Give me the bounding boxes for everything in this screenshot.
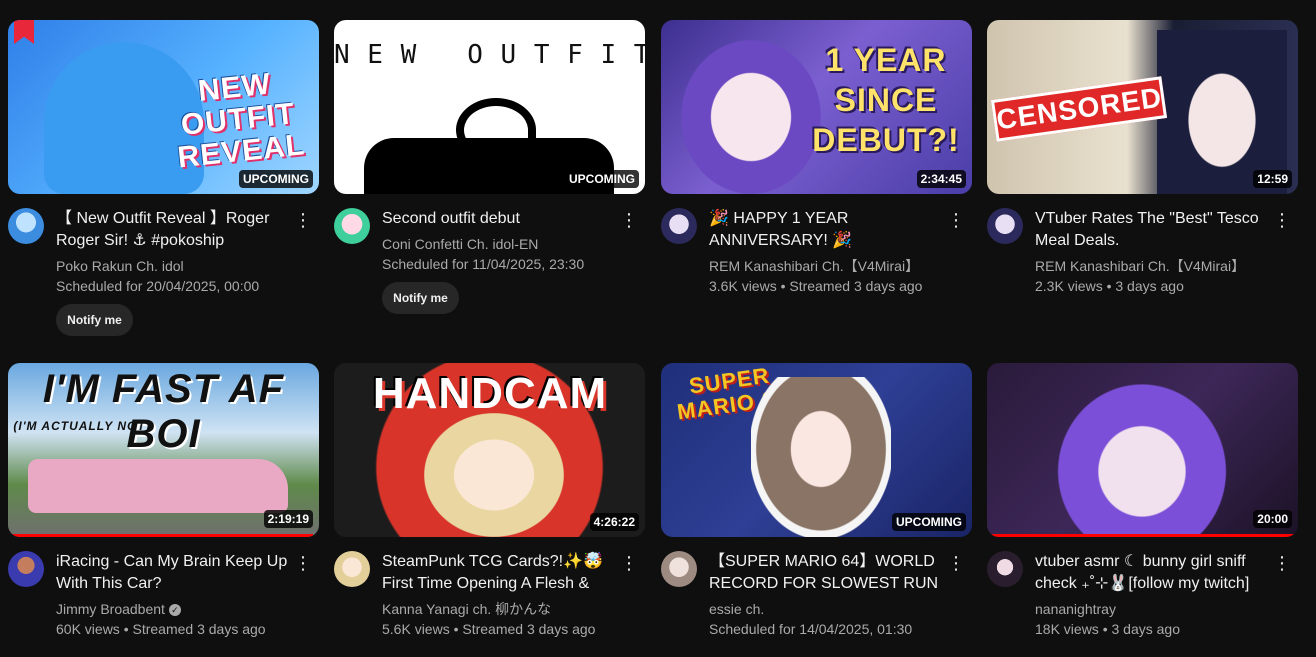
more-options-icon[interactable]: ⋮ bbox=[1270, 208, 1294, 232]
channel-avatar[interactable] bbox=[334, 208, 370, 244]
notify-me-button[interactable]: Notify me bbox=[382, 282, 459, 314]
video-thumbnail[interactable]: I'M FAST AF BOI (I'M ACTUALLY NOT) 2:19:… bbox=[8, 363, 319, 537]
channel-avatar[interactable] bbox=[8, 551, 44, 587]
channel-name[interactable]: nananightray bbox=[1035, 599, 1116, 619]
video-thumbnail[interactable]: N E W O U T F I T UPCOMING bbox=[334, 20, 645, 194]
more-options-icon[interactable]: ⋮ bbox=[944, 551, 968, 575]
channel-name[interactable]: essie ch. bbox=[709, 599, 764, 619]
video-stats: 18K views • 3 days ago bbox=[1035, 621, 1180, 637]
video-stats: 5.6K views • Streamed 3 days ago bbox=[382, 621, 596, 637]
video-card[interactable]: CENSORED 12:59 VTuber Rates The "Best" T… bbox=[987, 20, 1298, 314]
video-card[interactable]: 1 YEAR SINCE DEBUT?! 2:34:45 🎉 HAPPY 1 Y… bbox=[661, 20, 972, 314]
channel-name[interactable]: REM Kanashibari Ch.【V4Mirai】 bbox=[709, 256, 919, 276]
video-title[interactable]: vtuber asmr ☾ bunny girl sniff check ₊˚⊹… bbox=[1035, 551, 1273, 595]
video-stats: 2.3K views • 3 days ago bbox=[1035, 278, 1184, 294]
video-details: 【 New Outfit Reveal 】Roger Roger Sir! ⚓ … bbox=[8, 194, 319, 336]
channel-name[interactable]: Kanna Yanagi ch. 柳かんな bbox=[382, 599, 551, 619]
video-thumbnail[interactable]: 1 YEAR SINCE DEBUT?! 2:34:45 bbox=[661, 20, 972, 194]
video-details: VTuber Rates The "Best" Tesco Meal Deals… bbox=[987, 194, 1298, 314]
video-thumbnail[interactable]: 20:00 bbox=[987, 363, 1298, 537]
video-thumbnail[interactable]: SUPER MARIO 64 UPCOMING bbox=[661, 363, 972, 537]
more-options-icon[interactable]: ⋮ bbox=[617, 208, 641, 232]
video-details: 🎉 HAPPY 1 YEAR ANNIVERSARY! 🎉 ⋮ REM Kana… bbox=[661, 194, 972, 314]
video-title[interactable]: iRacing - Can My Brain Keep Up With This… bbox=[56, 551, 294, 595]
video-title[interactable]: VTuber Rates The "Best" Tesco Meal Deals… bbox=[1035, 208, 1273, 252]
duration-badge: 2:19:19 bbox=[263, 510, 313, 528]
video-card[interactable]: SUPER MARIO 64 UPCOMING 【SUPER MARIO 64】… bbox=[661, 363, 972, 657]
verified-icon: ✓ bbox=[168, 604, 181, 617]
more-options-icon[interactable]: ⋮ bbox=[291, 208, 315, 232]
channel-avatar[interactable] bbox=[661, 551, 697, 587]
thumbnail-text: N E W O U T F I T bbox=[334, 40, 645, 70]
censored-stamp: CENSORED bbox=[990, 76, 1168, 142]
duration-badge: 12:59 bbox=[1253, 170, 1292, 188]
more-options-icon[interactable]: ⋮ bbox=[291, 551, 315, 575]
video-thumbnail[interactable]: CENSORED 12:59 bbox=[987, 20, 1298, 194]
channel-name-text[interactable]: Jimmy Broadbent bbox=[56, 601, 165, 617]
video-title[interactable]: SteamPunk TCG Cards?!✨🤯 First Time Openi… bbox=[382, 551, 620, 595]
character-art bbox=[681, 40, 821, 194]
character-art bbox=[1047, 373, 1237, 537]
upcoming-badge: UPCOMING bbox=[565, 170, 639, 188]
video-stats: Scheduled for 14/04/2025, 01:30 bbox=[709, 621, 913, 637]
notify-me-button[interactable]: Notify me bbox=[56, 304, 133, 336]
channel-avatar[interactable] bbox=[334, 551, 370, 587]
video-thumbnail[interactable]: NEW OUTFIT REVEAL UPCOMING bbox=[8, 20, 319, 194]
character-art bbox=[424, 413, 564, 537]
more-options-icon[interactable]: ⋮ bbox=[1270, 551, 1294, 575]
video-details: iRacing - Can My Brain Keep Up With This… bbox=[8, 537, 319, 657]
video-stats: 3.6K views • Streamed 3 days ago bbox=[709, 278, 923, 294]
video-grid: NEW OUTFIT REVEAL UPCOMING 【 New Outfit … bbox=[8, 20, 1308, 639]
video-details: 【SUPER MARIO 64】WORLD RECORD FOR SLOWEST… bbox=[661, 537, 972, 657]
video-stats: Scheduled for 20/04/2025, 00:00 bbox=[56, 278, 260, 294]
video-card[interactable]: 20:00 vtuber asmr ☾ bunny girl sniff che… bbox=[987, 363, 1298, 657]
channel-name[interactable]: Coni Confetti Ch. idol-EN bbox=[382, 234, 538, 254]
character-art bbox=[751, 377, 891, 537]
duration-badge: 2:34:45 bbox=[916, 170, 966, 188]
more-options-icon[interactable]: ⋮ bbox=[944, 208, 968, 232]
video-card[interactable]: N E W O U T F I T UPCOMING Second outfit… bbox=[334, 20, 645, 314]
channel-avatar[interactable] bbox=[661, 208, 697, 244]
thumbnail-text: NEW OUTFIT REVEAL bbox=[176, 67, 307, 175]
video-stats: Scheduled for 11/04/2025, 23:30 bbox=[382, 256, 585, 272]
video-card[interactable]: I'M FAST AF BOI (I'M ACTUALLY NOT) 2:19:… bbox=[8, 363, 319, 657]
channel-name[interactable]: Poko Rakun Ch. idol bbox=[56, 256, 184, 276]
upcoming-badge: UPCOMING bbox=[892, 513, 966, 531]
thumbnail-text: 1 YEAR SINCE DEBUT?! bbox=[812, 42, 960, 158]
video-title[interactable]: Second outfit debut bbox=[382, 208, 620, 230]
race-car bbox=[28, 459, 288, 513]
channel-name[interactable]: Jimmy Broadbent ✓ bbox=[56, 599, 181, 619]
channel-name[interactable]: REM Kanashibari Ch.【V4Mirai】 bbox=[1035, 256, 1245, 276]
duration-badge: 4:26:22 bbox=[589, 513, 639, 531]
upcoming-badge: UPCOMING bbox=[239, 170, 313, 188]
more-options-icon[interactable]: ⋮ bbox=[617, 551, 641, 575]
video-details: SteamPunk TCG Cards?!✨🤯 First Time Openi… bbox=[334, 537, 645, 657]
channel-avatar[interactable] bbox=[8, 208, 44, 244]
video-details: Second outfit debut ⋮ Coni Confetti Ch. … bbox=[334, 194, 645, 314]
bookmark-icon bbox=[14, 20, 34, 44]
thumbnail-text: I'M FAST AF BOI bbox=[42, 367, 285, 456]
video-title[interactable]: 【SUPER MARIO 64】WORLD RECORD FOR SLOWEST… bbox=[709, 551, 947, 595]
video-thumbnail[interactable]: HANDCAM 4:26:22 bbox=[334, 363, 645, 537]
video-card[interactable]: NEW OUTFIT REVEAL UPCOMING 【 New Outfit … bbox=[8, 20, 319, 336]
video-title[interactable]: 【 New Outfit Reveal 】Roger Roger Sir! ⚓ … bbox=[56, 208, 294, 252]
thumbnail-text: HANDCAM bbox=[372, 369, 608, 418]
duration-badge: 20:00 bbox=[1253, 510, 1292, 528]
channel-avatar[interactable] bbox=[987, 551, 1023, 587]
video-card[interactable]: HANDCAM 4:26:22 SteamPunk TCG Cards?!✨🤯 … bbox=[334, 363, 645, 657]
channel-avatar[interactable] bbox=[987, 208, 1023, 244]
video-details: vtuber asmr ☾ bunny girl sniff check ₊˚⊹… bbox=[987, 537, 1298, 657]
video-title[interactable]: 🎉 HAPPY 1 YEAR ANNIVERSARY! 🎉 bbox=[709, 208, 947, 252]
bow-silhouette bbox=[456, 98, 536, 162]
video-stats: 60K views • Streamed 3 days ago bbox=[56, 621, 266, 637]
thumbnail-subtext: (I'M ACTUALLY NOT) bbox=[13, 419, 151, 433]
